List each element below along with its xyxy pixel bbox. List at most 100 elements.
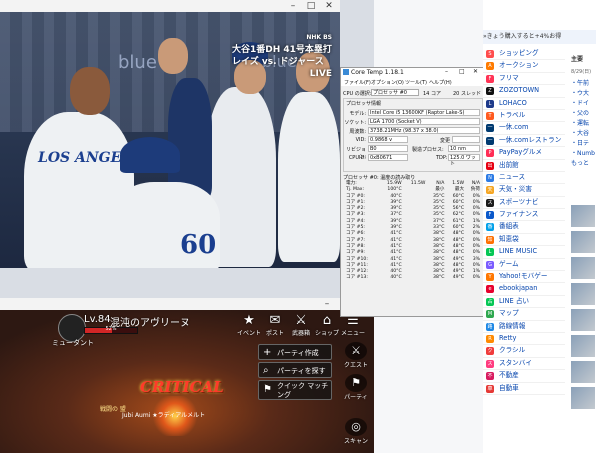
freq-value: 3738.21MHz (98.37 x 38.0)	[368, 127, 480, 134]
service-link[interactable]: 路路線情報	[483, 321, 565, 333]
close-icon[interactable]: ✕	[320, 0, 338, 12]
tdp-label: TDP:	[436, 155, 448, 161]
service-link[interactable]: P PayPayグルメ	[483, 147, 565, 160]
service-link[interactable]: ススポーツナビ	[483, 197, 565, 210]
menu-file[interactable]: ファイル(F)	[344, 79, 371, 86]
news-tab-main[interactable]: 主要	[571, 54, 583, 63]
scan-icon[interactable]: ◎ スキャン	[342, 418, 370, 445]
service-link[interactable]: 車自動車	[483, 383, 565, 395]
service-link[interactable]: e ebookjapan	[483, 283, 565, 296]
service-link[interactable]: 不不動産	[483, 370, 565, 383]
game-viewport[interactable]: Lv.84 混沌のアヴリーヌ 52% ミュータント ★ イベント ✉ ポスト ⚔ 武器…	[0, 310, 374, 453]
thumbnail-column	[571, 205, 596, 413]
menu-help[interactable]: ヘルプ(H)	[429, 79, 452, 86]
service-link[interactable]: 番番組表	[483, 221, 565, 234]
quest-icon[interactable]: ⚔ クエスト	[342, 342, 370, 369]
news-thumbnail[interactable]	[571, 257, 595, 279]
service-link[interactable]: 一一休.com	[483, 122, 565, 135]
maximize-icon[interactable]: □	[459, 68, 465, 75]
maximize-icon[interactable]: □	[302, 0, 320, 12]
promo-banner[interactable]: »きょう購入すると+4%お得	[483, 30, 596, 44]
news-thumbnail[interactable]	[571, 387, 595, 409]
service-link[interactable]: L LINE MUSIC	[483, 246, 565, 259]
news-headline[interactable]: もっと	[571, 158, 595, 168]
service-link[interactable]: F フリマ	[483, 73, 565, 86]
thread-count: 20 スレッド	[453, 91, 481, 97]
service-label: 路線情報	[499, 321, 526, 330]
socket-value: LGA 1700 (Socket V)	[368, 118, 480, 125]
menu-icon[interactable]: ☰ メニュー	[340, 314, 366, 338]
news-thumbnail[interactable]	[571, 283, 595, 305]
video-frame[interactable]: blue blue LOS ANGELES 60 NHK BS 大谷1番DH 4…	[0, 12, 340, 268]
core-temp-row-cell: 40°C	[390, 275, 402, 281]
news-thumbnail[interactable]	[571, 231, 595, 253]
service-link[interactable]: ススタンバイ	[483, 358, 565, 371]
service-label: マップ	[499, 309, 519, 318]
menu-tools[interactable]: ツール(T)	[405, 79, 427, 86]
coach-figure	[168, 78, 212, 198]
game-window[interactable]: – □ ✕ Lv.84 混沌のアヴリーヌ 52% ミュータント ★イベント ✉ポ…	[0, 298, 374, 453]
plus-icon: +	[263, 347, 272, 358]
service-link[interactable]: N ニュース	[483, 172, 565, 185]
close-icon[interactable]: ✕	[473, 68, 478, 75]
service-link[interactable]: 占 LINE 占い	[483, 296, 565, 309]
service-icon: Y	[486, 273, 494, 282]
service-link[interactable]: 一一休.comレストラン	[483, 135, 565, 148]
model-value: Intel Core i5 13600KF (Raptor Lake-S)	[368, 109, 480, 116]
news-headline[interactable]: ・日テ	[571, 138, 595, 148]
service-link[interactable]: F ファイナンス	[483, 209, 565, 222]
weapon-box-icon[interactable]: ⚔ 武器箱	[288, 314, 314, 338]
news-headline[interactable]: ・午前	[571, 78, 595, 88]
service-icon: e	[486, 285, 494, 294]
event-icon[interactable]: ★ イベント	[236, 314, 262, 338]
service-link[interactable]: L LOHACO	[483, 98, 565, 110]
news-headline[interactable]: ・ドイ	[571, 98, 595, 108]
service-label: フリマ	[499, 73, 519, 82]
party-icon[interactable]: ⚑ パーティ	[342, 374, 370, 401]
service-icon: T	[486, 111, 494, 120]
service-link[interactable]: 出出前館	[483, 160, 565, 172]
news-headline[interactable]: ・Numb	[571, 148, 595, 158]
service-icon: Z	[486, 87, 494, 96]
video-player-window[interactable]: – □ ✕ blue blue LOS ANGELES 60 NHK BS 大谷…	[0, 0, 340, 268]
news-thumbnail[interactable]	[571, 361, 595, 383]
create-party-button[interactable]: + パーティ作成	[258, 344, 332, 360]
service-label: PayPayグルメ	[499, 148, 543, 157]
news-headline[interactable]: ・運転	[571, 118, 595, 128]
service-link[interactable]: 天天気・災害	[483, 184, 565, 197]
service-link[interactable]: G ゲーム	[483, 259, 565, 272]
service-link[interactable]: 知知恵袋	[483, 234, 565, 247]
minimize-icon[interactable]: –	[445, 68, 448, 75]
service-link[interactable]: M マップ	[483, 308, 565, 321]
news-headline[interactable]: ・父の	[571, 108, 595, 118]
service-label: LINE 占い	[499, 296, 530, 305]
news-thumbnail[interactable]	[571, 309, 595, 331]
quick-match-button[interactable]: ⚑ クイック マッチング	[258, 380, 332, 400]
service-link[interactable]: R Retty	[483, 333, 565, 346]
service-link[interactable]: A オークション	[483, 60, 565, 73]
menu-options[interactable]: オプション(O)	[371, 79, 404, 86]
shop-icon[interactable]: ⌂ ショップ	[314, 314, 340, 338]
service-label: ニュース	[499, 172, 526, 181]
flag-icon: ⚑	[263, 384, 272, 395]
window-title: Core Temp 1.18.1	[351, 69, 404, 76]
search-icon: ⌕	[263, 365, 269, 376]
coretemp-window[interactable]: Core Temp 1.18.1 – □ ✕ ファイル(F) オプション(O) …	[340, 67, 484, 317]
service-link[interactable]: ククラシル	[483, 345, 565, 358]
service-icon: ク	[486, 347, 494, 356]
service-link[interactable]: T トラベル	[483, 110, 565, 123]
news-headline[interactable]: ・ウ大	[571, 88, 595, 98]
tdp-value: 125.0 ワット	[448, 154, 480, 167]
service-link[interactable]: Y Yahoo!モバゲー	[483, 271, 565, 284]
find-party-button[interactable]: ⌕ パーティを探す	[258, 362, 332, 378]
mail-icon[interactable]: ✉ ポスト	[262, 314, 288, 338]
service-link[interactable]: Z ZOZOTOWN	[483, 85, 565, 98]
news-thumbnail[interactable]	[571, 205, 595, 227]
character-level: Lv.84	[84, 314, 111, 325]
news-thumbnail[interactable]	[571, 335, 595, 357]
news-headline[interactable]: ・大谷	[571, 128, 595, 138]
minimize-icon[interactable]: –	[318, 298, 336, 310]
service-link[interactable]: S ショッピング	[483, 48, 565, 61]
minimize-icon[interactable]: –	[284, 0, 302, 12]
cpu-select[interactable]: プロセッサ #0	[371, 89, 419, 96]
